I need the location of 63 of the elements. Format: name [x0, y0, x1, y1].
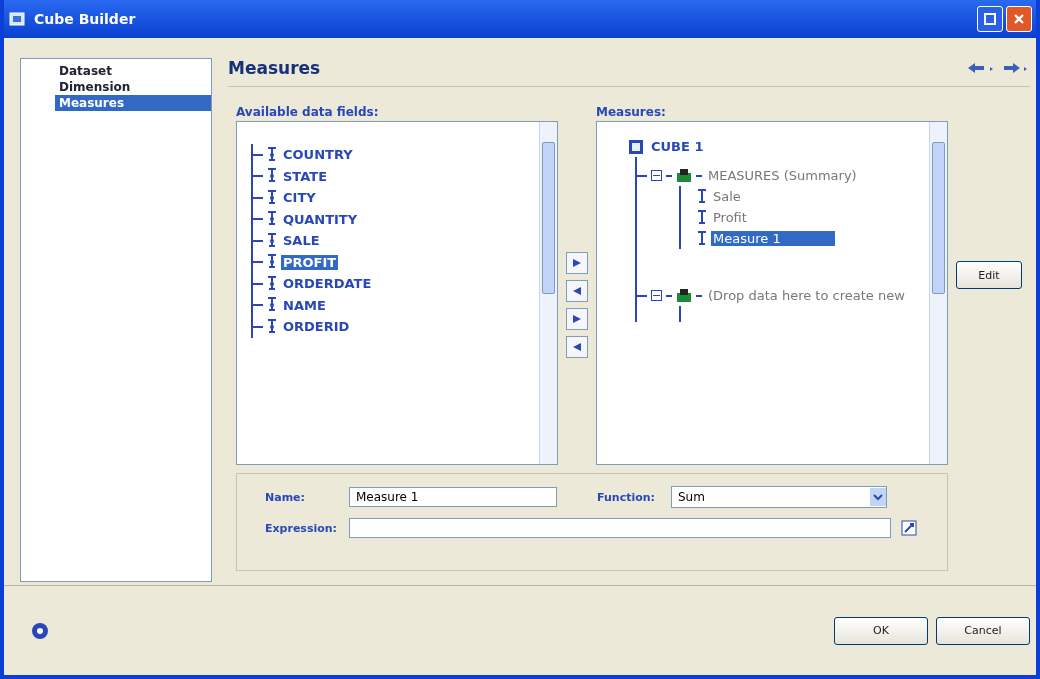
- move-button[interactable]: [566, 308, 588, 330]
- measure-icon: [697, 209, 707, 226]
- field-icon: [267, 254, 277, 271]
- page-title: Measures: [228, 58, 322, 78]
- app-icon: [8, 10, 26, 28]
- edit-button[interactable]: Edit: [956, 261, 1022, 289]
- field-item[interactable]: COUNTRY: [281, 147, 355, 163]
- maximize-button[interactable]: [977, 6, 1003, 32]
- scrollbar[interactable]: [929, 122, 947, 464]
- name-field[interactable]: Measure 1: [349, 487, 557, 507]
- move-button[interactable]: [566, 336, 588, 358]
- dropdown-icon: [870, 488, 886, 506]
- group-node[interactable]: MEASURES (Summary): [706, 168, 859, 183]
- field-icon: [267, 189, 277, 206]
- field-icon: [267, 297, 277, 314]
- expand-toggle[interactable]: [651, 170, 662, 181]
- field-icon: [267, 146, 277, 163]
- cube-icon: [627, 137, 645, 156]
- help-icon[interactable]: [30, 620, 50, 641]
- field-icon: [267, 211, 277, 228]
- name-label: Name:: [265, 490, 306, 504]
- field-item[interactable]: SALE: [281, 233, 322, 249]
- expression-field[interactable]: [349, 518, 891, 538]
- field-item[interactable]: CITY: [281, 190, 318, 206]
- maximize-icon: [983, 12, 997, 26]
- field-item[interactable]: ORDERDATE: [281, 276, 374, 292]
- field-icon: [267, 318, 277, 335]
- available-fields-label: Available data fields:: [236, 105, 380, 119]
- move-button[interactable]: [566, 280, 588, 302]
- cube-node[interactable]: CUBE 1: [649, 139, 706, 154]
- measure-node[interactable]: Sale: [711, 189, 835, 204]
- dialog-button[interactable]: OK: [834, 616, 928, 645]
- dialog-button[interactable]: Cancel: [936, 616, 1030, 645]
- scrollbar[interactable]: [539, 122, 557, 464]
- nav-item[interactable]: Dataset: [55, 63, 211, 79]
- measure-icon: [697, 188, 707, 205]
- measure-node[interactable]: Measure 1: [711, 231, 835, 246]
- expression-builder-button[interactable]: [899, 518, 919, 538]
- window-title: Cube Builder: [34, 11, 137, 27]
- close-icon: [1012, 12, 1026, 26]
- field-item[interactable]: PROFIT: [281, 254, 339, 270]
- expand-toggle[interactable]: [651, 290, 662, 301]
- nav-item[interactable]: Measures: [55, 95, 211, 111]
- nav-item[interactable]: Dimension: [55, 79, 211, 95]
- function-dropdown[interactable]: Sum: [671, 486, 887, 508]
- field-item[interactable]: QUANTITY: [281, 211, 360, 227]
- measure-icon: [697, 230, 707, 247]
- field-icon: [267, 232, 277, 249]
- measure-node[interactable]: Profit: [711, 210, 835, 225]
- measure-group-icon: [676, 167, 692, 184]
- measures-label: Measures:: [596, 105, 667, 119]
- move-button[interactable]: [566, 252, 588, 274]
- function-label: Function:: [597, 490, 656, 504]
- close-button[interactable]: [1006, 6, 1032, 32]
- field-icon: [267, 168, 277, 185]
- field-icon: [267, 275, 277, 292]
- field-item[interactable]: ORDERID: [281, 319, 352, 335]
- expression-icon: [901, 520, 917, 536]
- group-node[interactable]: (Drop data here to create new: [706, 288, 907, 303]
- field-item[interactable]: NAME: [281, 297, 328, 313]
- field-item[interactable]: STATE: [281, 168, 330, 184]
- measure-group-icon: [676, 287, 692, 304]
- expression-label: Expression:: [265, 521, 339, 535]
